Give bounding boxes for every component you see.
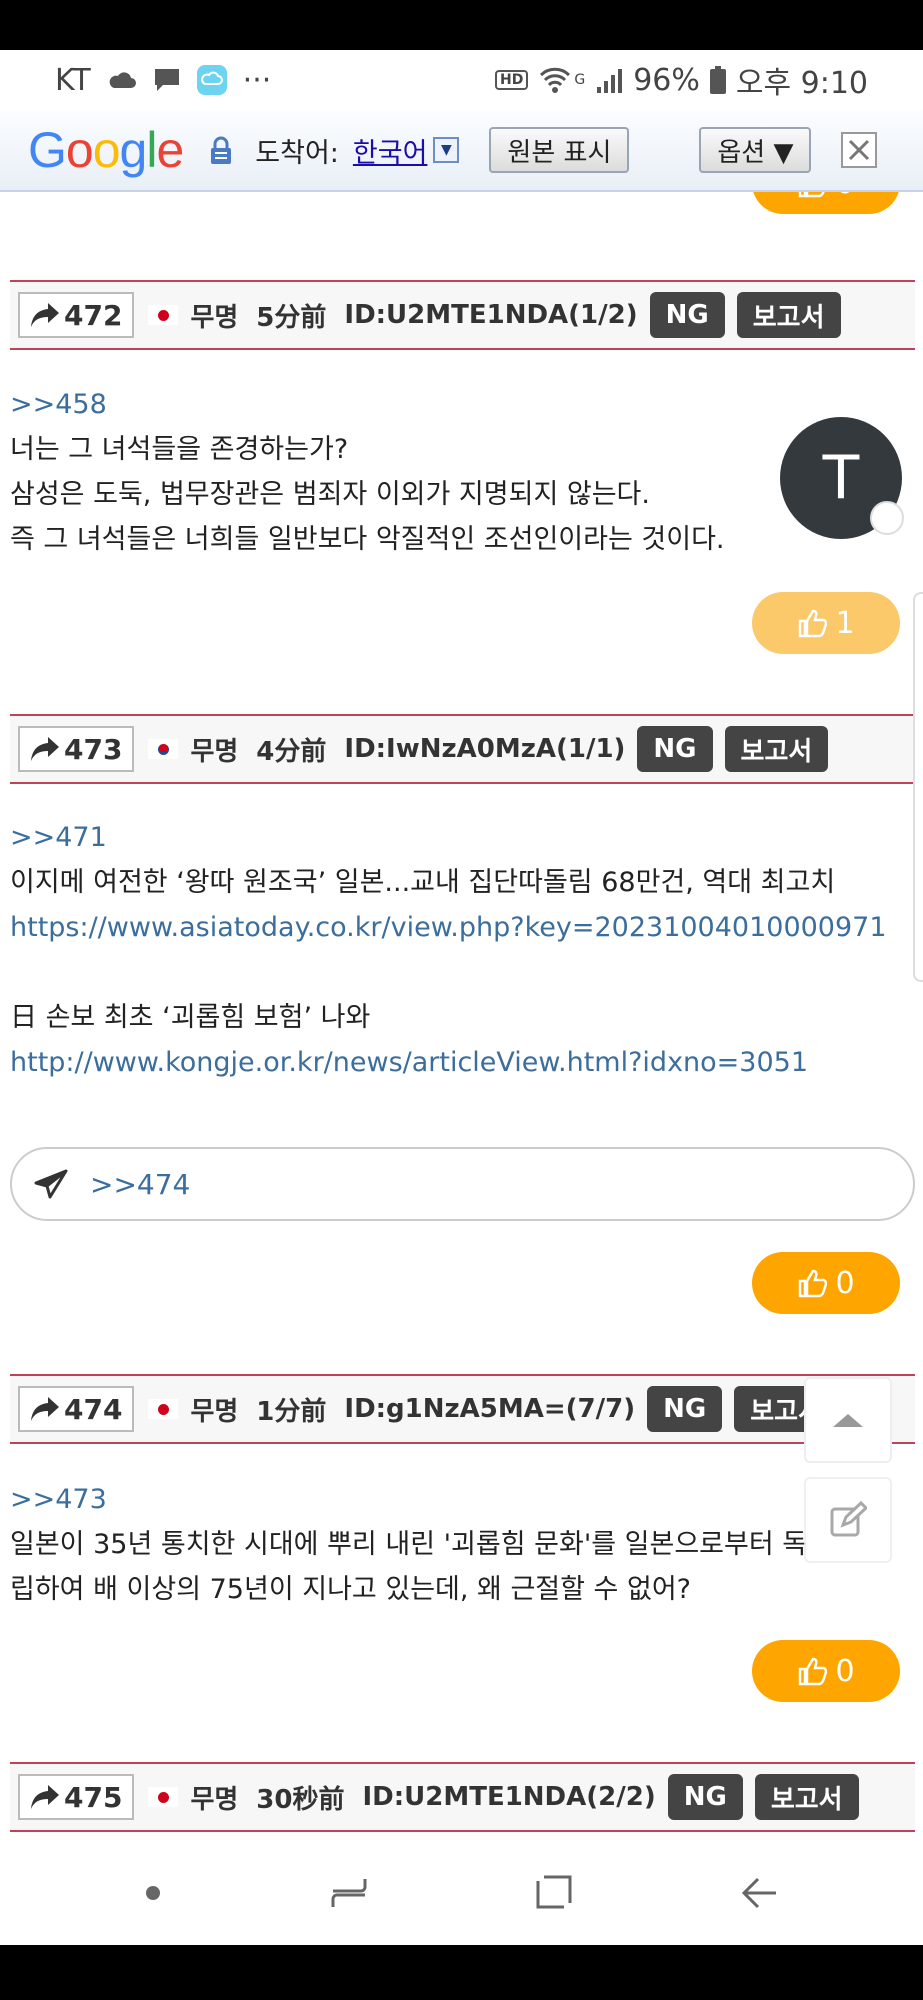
- carrier-label: KT: [55, 62, 91, 98]
- post-line: 너는 그 녀석들을 존경하는가?: [10, 434, 349, 465]
- thread-content: 0 472 무명 5分前 ID:U2MTE1NDA(1/2) NG 보고서 >>…: [0, 192, 923, 1840]
- send-icon: [34, 1169, 68, 1199]
- more-notifications: ···: [242, 62, 272, 98]
- top-black-strip: [0, 0, 923, 50]
- write-post-button[interactable]: [804, 1477, 892, 1563]
- post-line: 립하여 배 이상의 75년이 지나고 있는데, 왜 근절할 수 없어?: [10, 1574, 691, 1605]
- poster-name: 무명: [190, 736, 239, 767]
- reply-input-value: >>474: [90, 1167, 191, 1201]
- ng-button[interactable]: NG: [649, 292, 725, 338]
- poster-id: ID:g1NzA5MA=(7/7): [344, 1394, 636, 1424]
- thumbs-up-icon: [799, 1269, 828, 1298]
- reply-reference[interactable]: >>471: [10, 815, 915, 860]
- thumbs-up-icon: [799, 192, 826, 198]
- edit-icon: [830, 1501, 867, 1537]
- battery-percent: 96%: [633, 62, 700, 98]
- bottom-black-strip: [0, 1945, 923, 2000]
- report-button[interactable]: 보고서: [724, 726, 829, 772]
- like-button-474[interactable]: 0: [752, 1640, 900, 1702]
- target-language-link[interactable]: 한국어: [353, 131, 428, 170]
- clock: 오후 9:10: [735, 66, 868, 101]
- like-button-prev[interactable]: 0: [752, 192, 900, 214]
- poster-name: 무명: [190, 1784, 239, 1815]
- like-button-473[interactable]: 0: [752, 1252, 900, 1314]
- ng-button[interactable]: NG: [637, 726, 713, 772]
- poster-name: 무명: [190, 1396, 239, 1427]
- status-bar: KT ··· HD G 96% 오후 9:10: [0, 50, 923, 110]
- cloud-icon: [109, 72, 136, 88]
- post-body-474: >>473 일본이 35년 통치한 시대에 뿌리 내린 '괴롭힘 문화'를 일본…: [10, 1477, 915, 1612]
- scroll-top-button[interactable]: [804, 1377, 892, 1463]
- reply-input[interactable]: >>474: [10, 1147, 915, 1221]
- avatar-badge-icon: [870, 501, 904, 535]
- japan-flag-icon: [148, 1787, 179, 1807]
- message-icon: [154, 69, 179, 91]
- ng-button[interactable]: NG: [647, 1386, 723, 1432]
- close-icon: [849, 139, 870, 161]
- back-icon[interactable]: [740, 1875, 780, 1911]
- post-time: 30秒前: [256, 1784, 345, 1815]
- post-header-472: 472 무명 5分前 ID:U2MTE1NDA(1/2) NG 보고서: [10, 280, 915, 350]
- post-body-473: >>471 이지메 여전한 ‘왕따 원조국’ 일본...교내 집단따돌림 68만…: [10, 815, 915, 1085]
- hd-badge: HD: [495, 70, 529, 90]
- japan-flag-icon: [148, 305, 179, 325]
- reply-arrow-icon: [31, 1785, 59, 1809]
- navigation-bar: [0, 1840, 923, 1945]
- reply-reference[interactable]: >>458: [10, 382, 915, 427]
- post-header-473: 473 무명 4分前 ID:IwNzA0MzA(1/1) NG 보고서: [10, 714, 915, 784]
- reply-arrow-icon: [31, 1397, 59, 1421]
- poster-name: 무명: [190, 302, 239, 333]
- close-translate-button[interactable]: [841, 132, 878, 168]
- assistant-dot-icon[interactable]: [143, 1883, 163, 1903]
- app-notification-icon: [196, 65, 227, 95]
- home-icon[interactable]: [534, 1873, 574, 1913]
- user-avatar[interactable]: T: [780, 417, 904, 539]
- reply-arrow-icon: [31, 737, 59, 761]
- recent-apps-icon[interactable]: [329, 1875, 369, 1911]
- thumbs-up-icon: [799, 609, 828, 638]
- post-time: 5分前: [256, 302, 327, 333]
- battery-icon: [709, 66, 726, 94]
- post-line: 日 손보 최초 ‘괴롭힘 보험’ 나와: [10, 1002, 371, 1033]
- like-button-472[interactable]: 1: [752, 592, 900, 654]
- chevron-up-icon: [833, 1414, 863, 1427]
- post-time: 1分前: [256, 1396, 327, 1427]
- post-time: 4分前: [256, 736, 327, 767]
- ng-button[interactable]: NG: [667, 1774, 743, 1820]
- target-language-label: 도착어:: [255, 137, 339, 169]
- wifi-icon: [540, 67, 571, 93]
- google-translate-bar: Google 도착어: 한국어 ▼ 원본 표시 옵션 ▼: [0, 110, 923, 192]
- post-link[interactable]: http://www.kongje.or.kr/news/articleView…: [10, 1040, 915, 1085]
- poster-id: ID:U2MTE1NDA(2/2): [362, 1782, 656, 1812]
- show-original-button[interactable]: 원본 표시: [489, 127, 630, 173]
- poster-id: ID:IwNzA0MzA(1/1): [344, 734, 626, 764]
- side-panel-edge[interactable]: [913, 592, 923, 982]
- post-number-box[interactable]: 473: [18, 726, 135, 772]
- post-line: 일본이 35년 통치한 시대에 뿌리 내린 '괴롭힘 문화'를 일본으로부터 독: [10, 1529, 808, 1560]
- signal-icon: [597, 69, 623, 93]
- network-type: G: [574, 72, 586, 88]
- korea-flag-icon: [148, 739, 179, 759]
- lock-icon: [211, 136, 232, 164]
- post-number-box[interactable]: 474: [18, 1386, 135, 1432]
- reply-arrow-icon: [31, 303, 59, 327]
- post-header-475: 475 무명 30秒前 ID:U2MTE1NDA(2/2) NG 보고서: [10, 1762, 915, 1832]
- post-line: 즉 그 녀석들은 너희들 일반보다 악질적인 조선인이라는 것이다.: [10, 524, 725, 555]
- report-button[interactable]: 보고서: [736, 292, 841, 338]
- post-line: 이지메 여전한 ‘왕따 원조국’ 일본...교내 집단따돌림 68만건, 역대 …: [10, 867, 836, 898]
- reply-reference[interactable]: >>473: [10, 1477, 915, 1522]
- post-header-474: 474 무명 1分前 ID:g1NzA5MA=(7/7) NG 보고서: [10, 1374, 915, 1444]
- google-logo: Google: [28, 122, 184, 178]
- post-link[interactable]: https://www.asiatoday.co.kr/view.php?key…: [10, 905, 915, 950]
- japan-flag-icon: [148, 1399, 179, 1419]
- report-button[interactable]: 보고서: [754, 1774, 859, 1820]
- post-number-box[interactable]: 472: [18, 292, 135, 338]
- options-button[interactable]: 옵션 ▼: [699, 127, 812, 173]
- language-dropdown-button[interactable]: ▼: [433, 137, 460, 163]
- post-number-box[interactable]: 475: [18, 1774, 135, 1820]
- thumbs-up-icon: [799, 1657, 828, 1686]
- poster-id: ID:U2MTE1NDA(1/2): [344, 300, 638, 330]
